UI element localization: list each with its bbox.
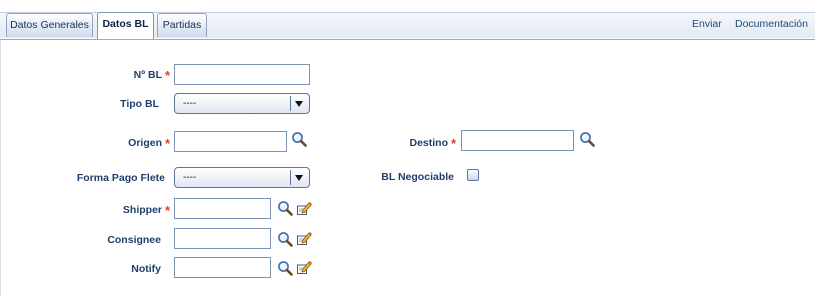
consignee-input[interactable] [174,228,271,249]
shipper-label: Shipper [122,204,162,216]
nro-bl-required-marker: * [165,68,171,83]
notify-label: Notify [131,263,161,275]
destino-required-marker: * [451,136,457,151]
forma-pago-flete-select[interactable]: ---- [174,167,310,188]
notify-input[interactable] [174,257,271,278]
tab-bar: Datos Generales Datos BL Partidas Enviar… [0,0,815,40]
tipo-bl-select[interactable]: ---- [174,93,310,114]
select-divider [290,96,291,111]
bl-negociable-label: BL Negociable [381,171,454,183]
documentacion-link[interactable]: Documentación [735,18,808,30]
destino-label: Destino [409,137,448,149]
nro-bl-input[interactable] [174,64,310,85]
search-icon[interactable] [277,260,293,276]
tipo-bl-label: Tipo BL [120,98,159,110]
search-icon[interactable] [291,131,307,147]
select-divider [290,170,291,185]
tab-partidas[interactable]: Partidas [157,13,207,37]
nro-bl-label: Nº BL [133,69,162,81]
origen-label: Origen [128,137,162,149]
shipper-required-marker: * [165,203,171,218]
search-icon[interactable] [277,231,293,247]
forma-pago-flete-label: Forma Pago Flete [76,172,165,184]
edit-icon[interactable] [296,230,312,246]
tab-datos-bl[interactable]: Datos BL [97,12,154,39]
chevron-down-icon [295,101,303,107]
search-icon[interactable] [277,200,293,216]
origen-required-marker: * [165,136,171,151]
search-icon[interactable] [579,131,595,147]
tab-datos-generales[interactable]: Datos Generales [6,13,93,37]
shipper-input[interactable] [174,198,271,219]
bl-negociable-checkbox[interactable] [467,169,479,181]
edit-icon[interactable] [296,259,312,275]
destino-input[interactable] [461,130,574,151]
origen-input[interactable] [174,131,287,152]
datos-bl-form: Nº BL * Tipo BL ---- Origen * Destino * … [0,40,815,296]
enviar-link[interactable]: Enviar [692,18,722,30]
tipo-bl-selected-value: ---- [183,98,197,109]
consignee-label: Consignee [107,234,161,246]
chevron-down-icon [295,175,303,181]
forma-pago-flete-selected-value: ---- [183,172,197,183]
edit-icon[interactable] [296,200,312,216]
